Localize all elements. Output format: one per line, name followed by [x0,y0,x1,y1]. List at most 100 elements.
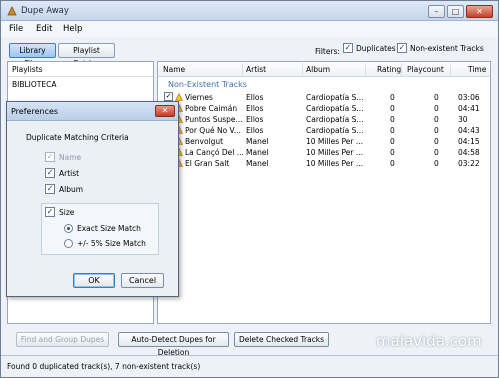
name-label: Name [59,153,82,162]
tab-library-files[interactable]: Library Files [9,43,56,68]
cell-name: Por Qué No V... [185,126,241,135]
cell-album: Cardiopatía S... [306,126,364,135]
cancel-button[interactable]: Cancel [121,273,164,288]
cell-artist: Ellos [246,93,264,102]
cell-playcount: 0 [434,93,439,102]
playlists-header-label: Playlists [12,65,43,74]
cell-playcount: 0 [434,159,439,168]
cell-name: Pobre Caimán [185,104,238,113]
playlist-item-biblioteca[interactable]: BIBLIOTECA [12,80,56,89]
delete-checked-button[interactable]: Delete Checked Tracks [234,332,329,347]
col-playcount[interactable]: Playcount [407,65,444,74]
app-icon [7,6,17,16]
cell-album: Cardiopatía S... [306,115,364,124]
row-checkbox[interactable]: ✓ [164,92,173,101]
dialog-title: Preferences [11,107,59,116]
find-dupes-button[interactable]: Find and Group Dupes [16,332,109,347]
cell-album: 10 Milles Per ... [306,137,364,146]
filters-label: Filters: [315,47,341,56]
dialog-title-bar: Preferences ✕ [7,102,178,121]
group-nonexistent[interactable]: Non-Existent Tracks [168,80,247,89]
close-button[interactable]: ✕ [466,5,493,18]
size-label: Size [59,208,75,217]
artist-label: Artist [59,169,80,178]
size-checkbox[interactable]: ✓ [45,207,55,217]
ok-button[interactable]: OK [73,273,115,288]
cell-playcount: 0 [434,137,439,146]
status-bar: Found 0 duplicated track(s), 7 non-exist… [1,355,498,377]
maximize-button[interactable]: □ [447,5,464,18]
approx-size-radio[interactable] [64,239,73,248]
name-checkbox[interactable]: ✓ [45,152,55,162]
toolbar: Library Files Playlist Entries Filters: … [1,39,498,68]
cell-playcount: 0 [434,148,439,157]
main-window: Dupe Away – □ ✕ File Edit Help Library F… [0,0,499,378]
grid-header: Name Artist Album Rating Playcount Time [158,62,490,77]
menu-bar: File Edit Help [1,21,498,37]
cell-playcount: 0 [434,126,439,135]
cell-time: 03:06 [458,93,480,102]
album-checkbox[interactable]: ✓ [45,184,55,194]
window-title: Dupe Away [21,6,69,16]
table-row[interactable]: Benvolgut Manel 10 Milles Per ... 0 0 04:15 [158,136,490,147]
tracks-grid: Name Artist Album Rating Playcount Time … [157,61,491,324]
duplicates-checkbox[interactable]: ✓ [343,43,353,53]
cell-time: 04:43 [458,126,480,135]
cell-name: Viernes [185,93,213,102]
preferences-dialog: Preferences ✕ Duplicate Matching Criteri… [6,101,179,297]
table-row[interactable]: Puntos Suspe... Ellos Cardiopatía S... 0 0 30 [158,114,490,125]
status-text: Found 0 duplicated track(s), 7 non-exist… [7,362,201,371]
cell-time: 04:15 [458,137,480,146]
cell-rating: 0 [390,115,395,124]
cell-artist: Ellos [246,104,264,113]
cell-name: Benvolgut [185,137,224,146]
menu-file[interactable]: File [9,24,23,34]
cell-album: 10 Milles Per ... [306,148,364,157]
cell-artist: Ellos [246,126,264,135]
duplicates-label: Duplicates [356,44,396,53]
cell-rating: 0 [390,126,395,135]
criteria-heading: Duplicate Matching Criteria [26,133,129,142]
cell-album: Cardiopatía S... [306,104,364,113]
approx-size-label: +/- 5% Size Match [77,239,146,248]
cell-rating: 0 [390,137,395,146]
table-row[interactable]: El Gran Salt Manel 10 Milles Per ... 0 0 03:2… [158,158,490,169]
cell-playcount: 0 [434,115,439,124]
cell-artist: Manel [246,137,269,146]
dialog-close-icon[interactable]: ✕ [155,105,175,117]
tab-playlist-entries[interactable]: Playlist Entries [58,43,115,68]
cell-time: 04:58 [458,148,480,157]
menu-edit[interactable]: Edit [36,24,52,34]
cell-name: Puntos Suspe... [185,115,243,124]
nonexistent-checkbox[interactable]: ✓ [397,43,407,53]
cell-rating: 0 [390,159,395,168]
table-row[interactable]: Por Qué No V... Ellos Cardiopatía S... 0 0 04… [158,125,490,136]
auto-detect-button[interactable]: Auto-Detect Dupes for Deletion [118,332,229,357]
exact-size-radio[interactable] [64,224,73,233]
cell-artist: Ellos [246,115,264,124]
playlists-header: Playlists [8,62,153,77]
nonexistent-label: Non-existent Tracks [410,44,484,53]
col-rating[interactable]: Rating [377,65,401,74]
menu-help[interactable]: Help [63,24,82,34]
table-row[interactable]: La Cançó Del ... Manel 10 Milles Per ... 0 0… [158,147,490,158]
col-album[interactable]: Album [306,65,330,74]
cell-time: 03:22 [458,159,480,168]
cell-name: La Cançó Del ... [185,148,244,157]
table-row[interactable]: ✓ Viernes Ellos Cardiopatía S... 0 0 03:06 [158,92,490,103]
minimize-button[interactable]: – [428,5,445,18]
album-label: Album [59,185,84,194]
artist-checkbox[interactable]: ✓ [45,168,55,178]
cell-artist: Manel [246,148,269,157]
cell-album: 10 Milles Per ... [306,159,364,168]
warning-icon [175,93,183,101]
table-row[interactable]: Pobre Caimán Ellos Cardiopatía S... 0 0 04:41 [158,103,490,114]
col-time[interactable]: Time [468,65,486,74]
col-artist[interactable]: Artist [246,65,266,74]
col-name[interactable]: Name [163,65,185,74]
cell-name: El Gran Salt [185,159,230,168]
cell-rating: 0 [390,148,395,157]
cell-rating: 0 [390,104,395,113]
cell-time: 04:41 [458,104,480,113]
cell-playcount: 0 [434,104,439,113]
